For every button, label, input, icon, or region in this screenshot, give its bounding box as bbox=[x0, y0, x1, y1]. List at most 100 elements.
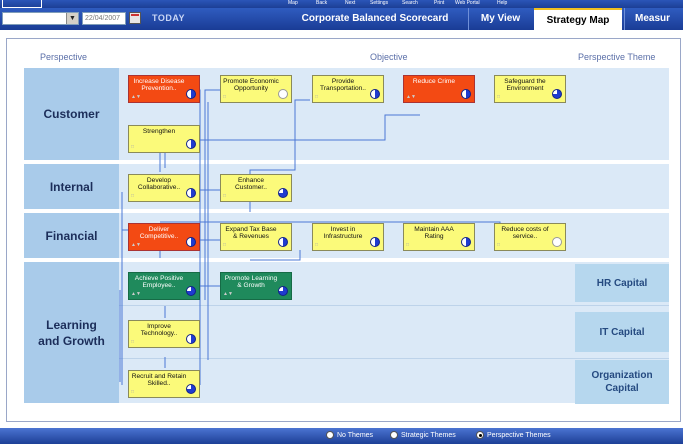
objective-card[interactable]: Deliver Competitive.. ▲▼ bbox=[128, 223, 200, 251]
objective-card[interactable]: Achieve Positive Employee.. ▲▼ bbox=[128, 272, 200, 300]
status-pie-icon bbox=[370, 237, 380, 247]
radio-icon[interactable] bbox=[390, 431, 398, 439]
column-header-perspective: Perspective bbox=[40, 52, 88, 62]
top-toolbar: Map Back Next Settings Search Print Web … bbox=[0, 0, 683, 8]
status-pie-icon bbox=[370, 89, 380, 99]
status-pie-icon bbox=[461, 237, 471, 247]
status-pie-icon bbox=[186, 188, 196, 198]
toolbar-item-map[interactable]: Map bbox=[288, 0, 298, 7]
radio-no-themes[interactable]: No Themes bbox=[326, 431, 373, 439]
trend-icon: ▲▼ bbox=[406, 93, 416, 100]
objective-card[interactable]: Strengthen □ bbox=[128, 125, 200, 153]
objective-card[interactable]: Reduce Crime ▲▼ bbox=[403, 75, 475, 103]
status-pie-icon bbox=[186, 286, 196, 296]
objective-label: Reduce Crime bbox=[412, 78, 456, 85]
trend-icon: □ bbox=[223, 241, 227, 248]
trend-icon: □ bbox=[315, 93, 319, 100]
objective-card[interactable]: Promote Economic Opportunity □ bbox=[220, 75, 292, 103]
today-button[interactable]: TODAY bbox=[152, 13, 185, 23]
status-pie-icon bbox=[186, 334, 196, 344]
trend-icon: □ bbox=[223, 192, 227, 199]
calendar-icon[interactable] bbox=[129, 12, 141, 24]
radio-label: No Themes bbox=[337, 431, 374, 439]
period-select[interactable]: ▼ bbox=[2, 12, 79, 25]
objective-card[interactable]: Recruit and Retain Skilled.. □ bbox=[128, 370, 200, 398]
band-learning-growth bbox=[24, 262, 669, 403]
trend-icon: □ bbox=[131, 143, 135, 150]
status-pie-icon bbox=[186, 89, 196, 99]
radio-icon[interactable] bbox=[326, 431, 334, 439]
objective-label: Develop Collaborative.. bbox=[137, 177, 181, 192]
toolbar-item-search[interactable]: Search bbox=[402, 0, 418, 7]
perspective-customer: Customer bbox=[24, 68, 119, 160]
date-field[interactable]: 22/04/2007 bbox=[82, 12, 126, 25]
radio-label: Strategic Themes bbox=[401, 431, 456, 439]
objective-card[interactable]: Enhance Customer.. □ bbox=[220, 174, 292, 202]
objective-card[interactable]: Promote Learning & Growth ▲▼ bbox=[220, 272, 292, 300]
objective-card[interactable]: Increase Disease Prevention.. ▲▼ bbox=[128, 75, 200, 103]
theme-it-capital[interactable]: IT Capital bbox=[575, 312, 669, 352]
status-pie-icon bbox=[186, 237, 196, 247]
radio-label: Perspective Themes bbox=[487, 431, 551, 439]
perspective-internal: Internal bbox=[24, 164, 119, 209]
tab-corporate-balanced-scorecard[interactable]: Corporate Balanced Scorecard bbox=[285, 8, 465, 30]
objective-label: Maintain AAA Rating bbox=[414, 226, 454, 241]
trend-icon: □ bbox=[406, 241, 410, 248]
trend-icon: ▲▼ bbox=[131, 93, 141, 100]
status-pie-icon bbox=[278, 286, 288, 296]
trend-icon: ▲▼ bbox=[131, 241, 141, 248]
column-header-objective: Objective bbox=[370, 52, 408, 62]
chevron-down-icon[interactable]: ▼ bbox=[66, 13, 78, 24]
theme-hr-capital[interactable]: HR Capital bbox=[575, 264, 669, 302]
objective-card[interactable]: Safeguard the Environment □ bbox=[494, 75, 566, 103]
objective-card[interactable]: Provide Transportation.. □ bbox=[312, 75, 384, 103]
objective-card[interactable]: Maintain AAA Rating □ bbox=[403, 223, 475, 251]
objective-label: Safeguard the Environment bbox=[504, 78, 546, 93]
objective-label: Improve Technology.. bbox=[140, 323, 178, 338]
radio-perspective-themes[interactable]: Perspective Themes bbox=[476, 431, 551, 439]
toolbar-item-web-portal[interactable]: Web Portal bbox=[455, 0, 480, 7]
status-pie-icon bbox=[552, 237, 562, 247]
trend-icon: □ bbox=[315, 241, 319, 248]
status-pie-icon bbox=[186, 139, 196, 149]
objective-label: Strengthen bbox=[142, 128, 176, 135]
tab-strategy-map[interactable]: Strategy Map bbox=[534, 8, 622, 30]
status-pie-icon bbox=[278, 188, 288, 198]
status-pie-icon bbox=[278, 237, 288, 247]
radio-icon[interactable] bbox=[476, 431, 484, 439]
band-internal bbox=[24, 164, 669, 209]
trend-icon: □ bbox=[223, 93, 227, 100]
objective-label: Promote Learning & Growth bbox=[224, 275, 278, 290]
row-divider bbox=[24, 305, 669, 306]
radio-strategic-themes[interactable]: Strategic Themes bbox=[390, 431, 456, 439]
objective-label: Invest in Infrastructure bbox=[323, 226, 363, 241]
objective-label: Reduce costs of service.. bbox=[501, 226, 549, 241]
objective-card[interactable]: Improve Technology.. □ bbox=[128, 320, 200, 348]
trend-icon: □ bbox=[131, 338, 135, 345]
objective-card[interactable]: Reduce costs of service.. □ bbox=[494, 223, 566, 251]
tab-measures[interactable]: Measur bbox=[624, 8, 683, 30]
objective-label: Deliver Competitive.. bbox=[139, 226, 179, 241]
toolbar-item-print[interactable]: Print bbox=[434, 0, 444, 7]
objective-label: Recruit and Retain Skilled.. bbox=[131, 373, 187, 388]
objective-label: Enhance Customer.. bbox=[235, 177, 267, 192]
tab-my-view[interactable]: My View bbox=[468, 8, 532, 30]
objective-card[interactable]: Invest in Infrastructure □ bbox=[312, 223, 384, 251]
toolbar-item-settings[interactable]: Settings bbox=[370, 0, 388, 7]
status-pie-icon bbox=[552, 89, 562, 99]
objective-card[interactable]: Develop Collaborative.. □ bbox=[128, 174, 200, 202]
perspective-learning-growth: Learning and Growth bbox=[24, 262, 119, 403]
column-header-theme: Perspective Theme bbox=[578, 52, 656, 62]
toolbar-item-help[interactable]: Help bbox=[497, 0, 507, 7]
objective-card[interactable]: Expand Tax Base & Revenues □ bbox=[220, 223, 292, 251]
trend-icon: □ bbox=[497, 93, 501, 100]
toolbar-item-back[interactable]: Back bbox=[316, 0, 327, 7]
perspective-financial: Financial bbox=[24, 213, 119, 258]
trend-icon: □ bbox=[131, 388, 135, 395]
theme-organization-capital[interactable]: Organization Capital bbox=[575, 360, 669, 404]
toolbar-item-next[interactable]: Next bbox=[345, 0, 355, 7]
status-pie-icon bbox=[186, 384, 196, 394]
trend-icon: □ bbox=[497, 241, 501, 248]
status-pie-icon bbox=[461, 89, 471, 99]
logo-box bbox=[2, 0, 42, 8]
